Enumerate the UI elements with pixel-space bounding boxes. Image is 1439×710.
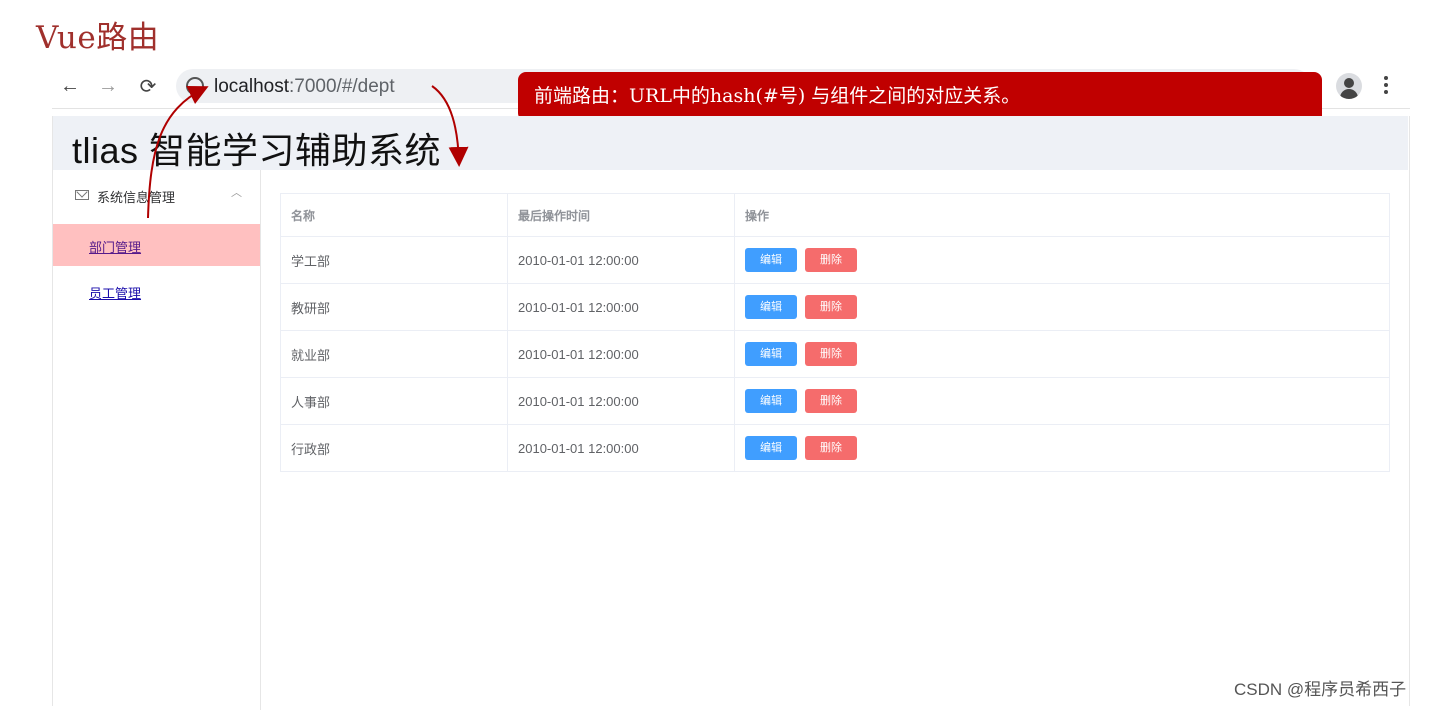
annotation-arrows bbox=[147, 85, 469, 219]
arrow-menu-to-url bbox=[147, 86, 209, 219]
arrow-url-to-content bbox=[431, 85, 469, 167]
watermark: CSDN @程序员希西子 bbox=[1234, 680, 1407, 699]
